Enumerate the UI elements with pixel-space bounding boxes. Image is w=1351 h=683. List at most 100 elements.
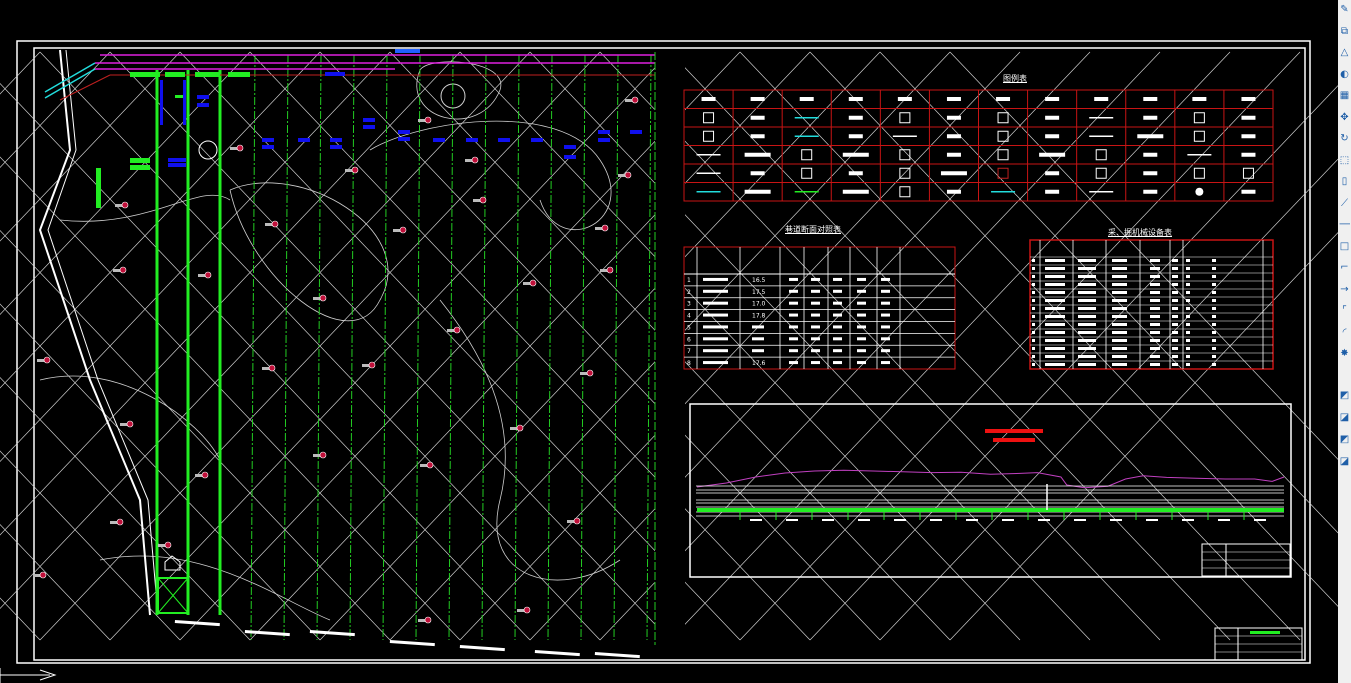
equipment-block <box>466 138 478 142</box>
cell-value <box>1112 267 1127 270</box>
draw-order-under-tool-icon[interactable]: ◪ <box>1339 456 1350 467</box>
cell-value <box>703 349 728 353</box>
legend-symbol-long-bar <box>1039 152 1066 157</box>
cell-value <box>1212 291 1216 294</box>
borehole-marker <box>424 116 432 124</box>
cell-value <box>1032 323 1035 326</box>
cell-value <box>1186 267 1190 270</box>
cell-value <box>1112 259 1127 262</box>
cell-value <box>1112 315 1127 318</box>
draw-order-front-tool-icon[interactable]: ◩ <box>1339 390 1350 401</box>
borehole-marker <box>601 224 609 232</box>
cell-value <box>1032 347 1035 350</box>
fillet-tool-icon[interactable]: ◜ <box>1339 327 1350 338</box>
cell-value <box>1172 283 1178 286</box>
cell-value <box>1150 299 1160 302</box>
cell-value <box>1186 259 1190 262</box>
equipment-block <box>160 80 163 125</box>
cell-value <box>1150 275 1160 278</box>
break-at-point-tool-icon[interactable]: □ <box>1339 241 1350 252</box>
equipment-block <box>298 138 310 142</box>
cell-value <box>1112 299 1127 302</box>
cell-value <box>1150 347 1160 350</box>
cell-value <box>857 337 866 341</box>
chamfer-tool-icon[interactable]: ⌜ <box>1339 305 1350 316</box>
cell-value <box>1212 355 1216 358</box>
cell-value <box>881 325 890 329</box>
cell-value <box>1212 299 1216 302</box>
break-tool-icon[interactable]: ⌐ <box>1339 262 1350 273</box>
cell-value <box>1045 331 1065 334</box>
trim-tool-icon[interactable]: ⟋ <box>1339 198 1350 209</box>
cell-value <box>857 301 866 305</box>
cell-value <box>833 325 842 329</box>
mirror-tool-icon[interactable]: △ <box>1339 47 1350 58</box>
cad-drawing-canvas[interactable]: 1 16.5 2 17.5 3 17.0 4 17.8 5 6 7 8 17.6 <box>0 0 1351 683</box>
legend-header-cell <box>946 97 961 101</box>
equipment-block <box>96 168 101 208</box>
panel-roadway <box>349 54 355 641</box>
legend-symbol-winch <box>899 112 911 124</box>
profile-tick-label <box>1146 519 1158 521</box>
legend-symbol-bell <box>997 112 1009 124</box>
panel-roadway <box>646 54 652 641</box>
cell-value <box>1032 259 1035 262</box>
legend-symbol-grate <box>801 149 813 161</box>
row-number: 6 <box>687 336 691 343</box>
equipment <box>395 49 420 53</box>
cell-value <box>881 301 890 305</box>
extend-tool-icon[interactable]: ⟶ <box>1339 219 1350 230</box>
row-number: 1 <box>687 277 691 284</box>
cell-value <box>1045 283 1065 286</box>
offset-tool-icon[interactable]: ◐ <box>1339 69 1350 80</box>
move-tool-icon[interactable]: ✥ <box>1339 112 1350 123</box>
cell-value <box>1150 259 1160 262</box>
cell-value <box>1186 323 1190 326</box>
cell-value <box>703 301 728 305</box>
rotate-tool-icon[interactable]: ↻ <box>1339 133 1350 144</box>
equipment-block <box>398 137 410 141</box>
legend-header-cell <box>799 97 814 101</box>
legend-header-cell <box>1192 97 1207 101</box>
legend-symbol-bar <box>1143 152 1158 157</box>
equipment-block <box>363 118 375 122</box>
equipment-block <box>330 145 342 149</box>
array-tool-icon[interactable]: ▦ <box>1339 90 1350 101</box>
stretch-tool-icon[interactable]: ▯ <box>1339 176 1350 187</box>
cell-value <box>1078 275 1096 278</box>
cell-value <box>1045 355 1065 358</box>
boundary-label <box>459 645 505 652</box>
cell-value <box>1112 283 1127 286</box>
scale-tool-icon[interactable]: ⬚ <box>1339 155 1350 166</box>
draw-order-above-tool-icon[interactable]: ◩ <box>1339 434 1350 445</box>
equipment-block <box>531 138 543 142</box>
copy-tool-icon[interactable]: ⧉ <box>1339 26 1350 37</box>
legend-symbol-bar <box>946 115 961 120</box>
cell-value <box>752 325 764 329</box>
borehole-marker <box>586 369 594 377</box>
panel-roadway <box>514 54 520 641</box>
row-number: 7 <box>687 348 691 355</box>
cell-value <box>1186 275 1190 278</box>
cell-value <box>1150 363 1160 366</box>
cell-value <box>811 289 820 293</box>
join-tool-icon[interactable]: → <box>1339 284 1350 295</box>
equipment-block <box>325 72 345 76</box>
explode-tool-icon[interactable]: ✸ <box>1339 348 1350 359</box>
equipment-block <box>228 72 250 77</box>
cell-value <box>789 325 798 329</box>
cell-value <box>1112 307 1127 310</box>
boundary-label <box>389 640 435 647</box>
legend-symbol-bar <box>1241 115 1256 120</box>
erase-tool-icon[interactable]: ✎ <box>1339 4 1350 15</box>
legend-symbol-bar <box>1143 171 1158 176</box>
borehole-marker <box>201 471 209 479</box>
row-number: 8 <box>687 360 691 367</box>
borehole-marker <box>121 201 129 209</box>
cell-value <box>1186 315 1190 318</box>
draw-order-back-tool-icon[interactable]: ◪ <box>1339 412 1350 423</box>
cell-value <box>1112 323 1127 326</box>
cell-value <box>1032 331 1035 334</box>
legend-symbol-bar <box>1241 134 1256 139</box>
equipment-block <box>262 138 274 142</box>
